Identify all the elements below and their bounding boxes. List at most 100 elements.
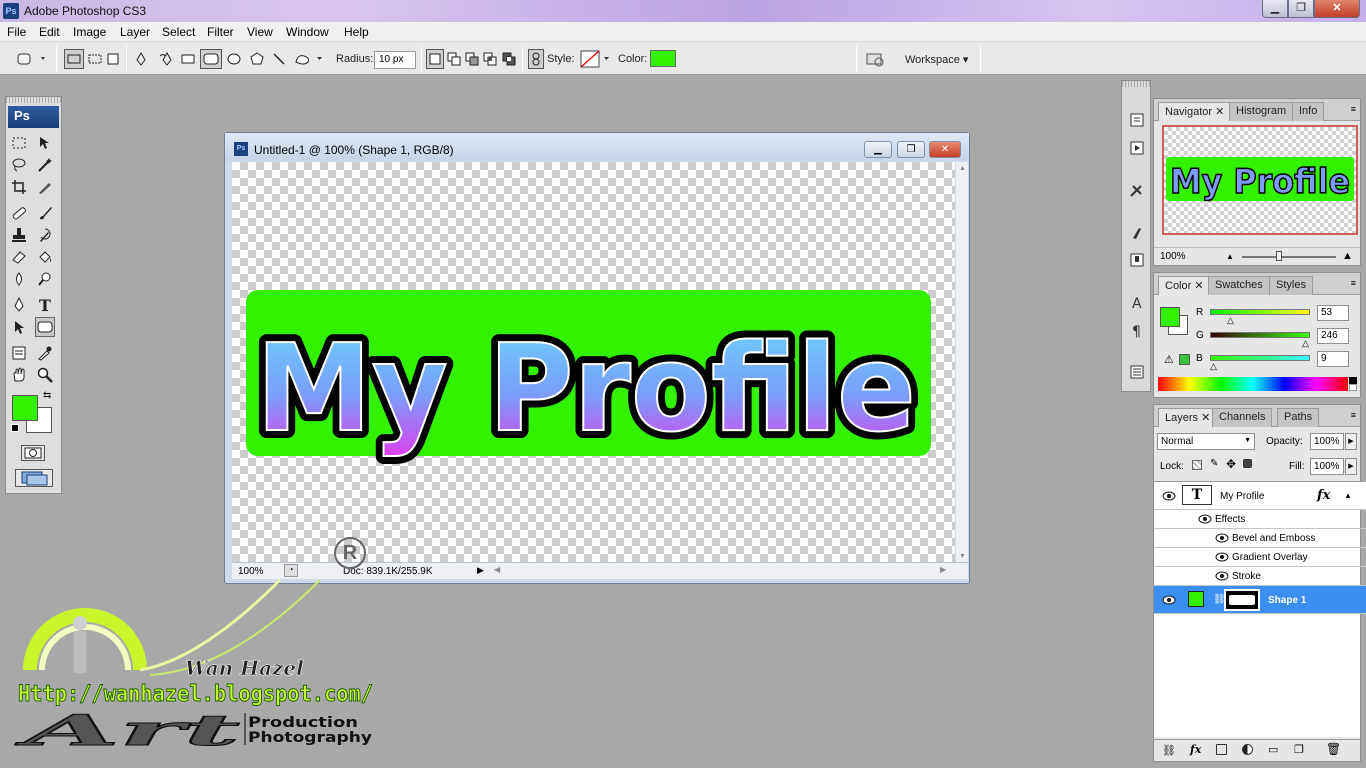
document-title-bar[interactable]: Ps Untitled-1 @ 100% (Shape 1, RGB/8) ▁ …	[225, 133, 969, 161]
exclude-overlapping-shape-areas-icon[interactable]	[500, 49, 518, 69]
opacity-slider-arrow[interactable]: ▶	[1345, 433, 1357, 450]
visibility-eye-icon[interactable]	[1198, 514, 1212, 524]
minimize-button[interactable]: ▁	[1262, 0, 1288, 18]
type-tool-icon[interactable]: T	[35, 295, 55, 315]
dodge-tool-icon[interactable]	[35, 269, 55, 289]
effect-row-stroke[interactable]: Stroke	[1154, 567, 1366, 586]
document-restore-button[interactable]: ❐	[897, 141, 925, 158]
tool-preset-picker[interactable]	[14, 49, 50, 69]
add-layer-style-icon[interactable]: fx	[1190, 743, 1201, 756]
character-panel-icon[interactable]: A	[1126, 291, 1148, 313]
collapse-effects-icon[interactable]: ▲	[1344, 491, 1352, 500]
radius-input[interactable]: 10 px	[374, 51, 416, 69]
link-layers-icon[interactable]: ⛓	[1162, 744, 1176, 757]
screen-mode-icon[interactable]	[15, 469, 53, 487]
crop-tool-icon[interactable]	[9, 177, 29, 197]
fill-slider-arrow[interactable]: ▶	[1345, 458, 1357, 475]
tab-layers[interactable]: Layers ✕	[1158, 408, 1218, 427]
navigator-zoom-slider[interactable]	[1242, 251, 1336, 261]
channel-b-value[interactable]: 9	[1317, 351, 1349, 367]
zoom-out-icon[interactable]: ▲	[1226, 252, 1234, 261]
channel-g-marker[interactable]: △	[1302, 338, 1309, 349]
history-brush-tool-icon[interactable]	[35, 225, 55, 245]
quick-mask-icon[interactable]	[21, 445, 45, 461]
channel-b-slider[interactable]	[1210, 355, 1310, 361]
fill-input[interactable]: 100%	[1310, 458, 1344, 475]
history-panel-icon[interactable]	[1126, 109, 1148, 131]
lock-transparent-pixels-icon[interactable]	[1192, 460, 1202, 470]
tab-histogram[interactable]: Histogram	[1229, 102, 1294, 121]
paragraph-panel-icon[interactable]: ¶	[1126, 319, 1148, 341]
swap-colors-icon[interactable]: ⇆	[43, 390, 51, 401]
clone-source-icon[interactable]	[1126, 249, 1148, 271]
scroll-left-icon[interactable]: ◀	[494, 565, 500, 574]
color-foreground-swatch[interactable]	[1160, 307, 1180, 327]
actions-panel-icon[interactable]	[1126, 137, 1148, 159]
add-layer-mask-icon[interactable]	[1216, 744, 1227, 755]
channel-b-marker[interactable]: △	[1210, 361, 1217, 372]
channel-r-slider[interactable]	[1210, 309, 1310, 315]
visibility-eye-icon[interactable]	[1215, 552, 1229, 562]
channel-r-value[interactable]: 53	[1317, 305, 1349, 321]
close-button[interactable]: ✕	[1314, 0, 1360, 18]
fill-pixels-mode-icon[interactable]	[104, 49, 122, 69]
marquee-tool-icon[interactable]	[9, 133, 29, 153]
layer-row-my-profile[interactable]: T My Profile fx ▲	[1154, 482, 1366, 510]
menu-window[interactable]: Window	[286, 25, 329, 39]
ellipse-tool-icon[interactable]	[225, 49, 243, 69]
tab-swatches[interactable]: Swatches	[1208, 276, 1270, 295]
document-minimize-button[interactable]: ▁	[864, 141, 892, 158]
document-close-button[interactable]: ✕	[929, 141, 961, 158]
notes-tool-icon[interactable]	[9, 343, 29, 363]
fill-color-thumbnail[interactable]	[1188, 591, 1204, 607]
channel-r-marker[interactable]: △	[1227, 315, 1234, 326]
layer-name[interactable]: My Profile	[1220, 491, 1264, 502]
paths-mode-icon[interactable]	[86, 49, 104, 69]
channel-g-slider[interactable]	[1210, 332, 1310, 338]
magic-wand-tool-icon[interactable]	[35, 155, 55, 175]
navigator-zoom-value[interactable]: 100%	[1160, 251, 1186, 262]
lock-all-icon[interactable]	[1243, 459, 1252, 468]
canvas-vertical-scrollbar[interactable]: ▲ ▼	[956, 162, 968, 563]
layer-row-shape-1[interactable]: ⛓ Shape 1	[1154, 586, 1366, 614]
default-colors-icon[interactable]	[11, 424, 19, 432]
gamut-color-swatch[interactable]	[1179, 354, 1190, 365]
lock-position-icon[interactable]: ✥	[1226, 457, 1236, 471]
scroll-right-icon[interactable]: ▶	[940, 565, 946, 574]
color-ramp[interactable]	[1158, 377, 1348, 391]
vector-mask-thumbnail[interactable]	[1224, 589, 1260, 611]
navigator-menu-icon[interactable]: ≡	[1351, 104, 1356, 114]
color-panel-menu-icon[interactable]: ≡	[1351, 278, 1356, 288]
menu-help[interactable]: Help	[344, 25, 369, 39]
intersect-shape-areas-icon[interactable]	[481, 49, 499, 69]
link-style-icon[interactable]	[528, 49, 544, 69]
eyedropper-tool-icon[interactable]	[35, 343, 55, 363]
brush-tool-icon[interactable]	[35, 203, 55, 223]
paint-bucket-tool-icon[interactable]	[35, 247, 55, 267]
style-picker[interactable]	[579, 49, 613, 69]
menu-image[interactable]: Image	[73, 25, 106, 39]
clone-stamp-tool-icon[interactable]	[9, 225, 29, 245]
new-layer-icon[interactable]: ❐	[1294, 743, 1304, 756]
eraser-tool-icon[interactable]	[9, 247, 29, 267]
layer-comps-icon[interactable]	[1126, 361, 1148, 383]
menu-file[interactable]: File	[7, 25, 26, 39]
healing-brush-tool-icon[interactable]	[9, 203, 29, 223]
brushes-panel-icon[interactable]	[1126, 221, 1148, 243]
foreground-color-swatch[interactable]	[12, 395, 38, 421]
visibility-eye-icon[interactable]	[1162, 595, 1176, 605]
layers-panel-menu-icon[interactable]: ≡	[1351, 410, 1356, 420]
add-to-shape-area-icon[interactable]	[445, 49, 463, 69]
blend-mode-select[interactable]: Normal ▼	[1157, 433, 1255, 450]
zoom-in-icon[interactable]: ▲	[1342, 250, 1353, 262]
file-browser-icon[interactable]	[862, 49, 888, 69]
shape-layers-mode-icon[interactable]	[64, 49, 84, 69]
tool-presets-icon[interactable]	[1126, 179, 1148, 201]
lasso-tool-icon[interactable]	[9, 155, 29, 175]
layer-effects-fx-icon[interactable]: fx	[1317, 488, 1330, 503]
tab-color[interactable]: Color ✕	[1158, 276, 1211, 295]
status-menu-arrow-icon[interactable]: ▶	[477, 565, 484, 576]
channel-g-value[interactable]: 246	[1317, 328, 1349, 344]
menu-select[interactable]: Select	[162, 25, 195, 39]
workspace-menu[interactable]: Workspace ▾	[905, 53, 968, 66]
